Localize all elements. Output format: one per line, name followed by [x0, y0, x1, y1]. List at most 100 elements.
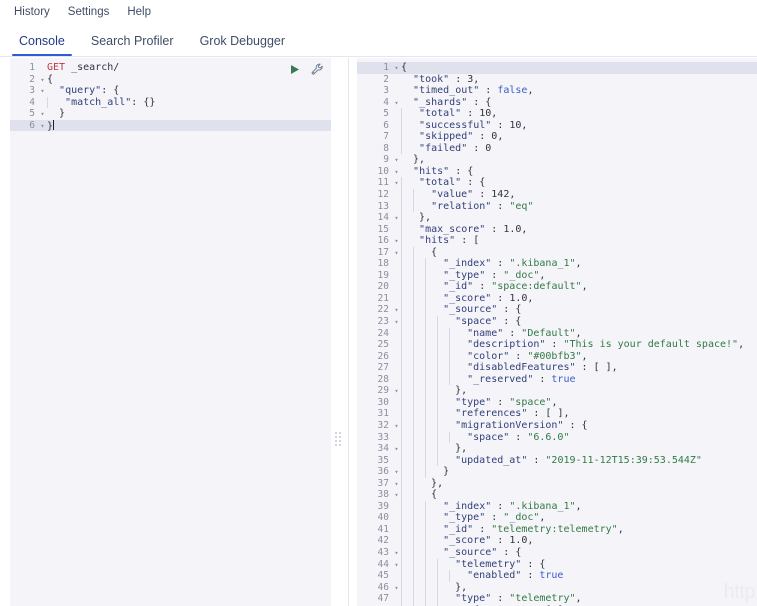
response-editor[interactable]: 1 ▾{2 "took" : 3, 3 "timed_out" : false, 4 ▾… — [357, 58, 757, 606]
indent-guide — [449, 339, 461, 351]
wrench-icon[interactable] — [310, 62, 325, 77]
code-line[interactable]: 5 ▾ } — [10, 108, 331, 120]
fold-toggle-icon[interactable]: ▾ — [38, 120, 47, 133]
code-text: "hits" : { — [401, 166, 757, 178]
code-line[interactable]: 1 ▾{ — [357, 62, 757, 74]
line-number: 13 — [377, 200, 389, 212]
indent-guide — [425, 581, 437, 594]
code-line[interactable]: 2 ▾{ — [10, 74, 331, 86]
code-line[interactable]: 43 ▾ "_source" : { — [357, 546, 757, 559]
code-line[interactable]: 4 ▾ "_shards" : { — [357, 97, 757, 109]
code-line[interactable]: 1 GET _search/ — [10, 62, 331, 74]
code-line[interactable]: 18 "_index" : ".kibana_1", — [357, 258, 757, 270]
code-text: "total" : 10, — [401, 108, 757, 120]
line-number: 33 — [377, 431, 389, 443]
code-line[interactable]: 8 "failed" : 0 — [357, 142, 757, 155]
code-line[interactable]: 46 ▾ }, — [357, 581, 757, 594]
code-line[interactable]: 41 "_id" : "telemetry:telemetry", — [357, 523, 757, 536]
code-line[interactable]: 45 "enabled" : true — [357, 570, 757, 582]
code-line[interactable]: 6 "successful" : 10, — [357, 119, 757, 132]
menu-item-history[interactable]: History — [5, 0, 59, 25]
code-text: "space" : { — [401, 316, 757, 328]
indent-guide — [425, 292, 437, 305]
code-line[interactable]: 9 ▾ }, — [357, 154, 757, 166]
token-num: 142, — [491, 189, 516, 201]
code-line[interactable]: 42 "_score" : 1.0, — [357, 535, 757, 547]
token-punc: : { — [563, 419, 588, 431]
token-key: "_score" — [443, 292, 492, 304]
code-line[interactable]: 35 "updated_at" : "2019-11-12T15:39:53.5… — [357, 454, 757, 467]
menu-item-settings[interactable]: Settings — [59, 0, 119, 25]
token-punc: , — [575, 593, 582, 605]
code-line[interactable]: 34 ▾ }, — [357, 443, 757, 455]
code-line[interactable]: 22 ▾ "_source" : { — [357, 304, 757, 317]
code-line[interactable]: 3 "timed_out" : false, — [357, 85, 757, 97]
token-num: 10, — [479, 108, 498, 120]
code-line[interactable]: 4 "match_all": {} — [10, 96, 331, 109]
code-line[interactable]: 20 "_id" : "space:default", — [357, 281, 757, 293]
indent-guide — [401, 177, 413, 190]
code-line[interactable]: 40 "_type" : "_doc", — [357, 512, 757, 524]
request-pane[interactable]: 1 GET _search/2 ▾{3 ▾ "query": {4 "match_al… — [10, 58, 331, 606]
line-number: 46 — [377, 581, 389, 593]
code-line[interactable]: 44 ▾ "telemetry" : { — [357, 558, 757, 571]
code-text: "successful" : 10, — [401, 119, 757, 132]
code-line[interactable]: 29 ▾ }, — [357, 385, 757, 397]
pane-resize-handle[interactable] — [334, 430, 341, 448]
indent-guide — [437, 327, 449, 340]
indent-guide — [413, 523, 425, 536]
code-line[interactable]: 15 "max_score" : 1.0, — [357, 223, 757, 236]
code-line[interactable]: 32 ▾ "migrationVersion" : { — [357, 419, 757, 432]
code-line[interactable]: 31 "references" : [ ], — [357, 408, 757, 420]
indent-guide — [437, 350, 449, 363]
code-line[interactable]: 25 "description" : "This is your default… — [357, 339, 757, 351]
token-key: "color" — [467, 350, 510, 362]
code-line[interactable]: 36 ▾ } — [357, 466, 757, 478]
code-line[interactable]: 3 ▾ "query": { — [10, 85, 331, 97]
indent-guide — [413, 269, 425, 282]
code-line[interactable]: 16 ▾ "hits" : [ — [357, 235, 757, 247]
line-number: 42 — [377, 535, 389, 547]
token-key: "failed" — [419, 142, 468, 154]
play-icon[interactable] — [287, 62, 302, 77]
code-line[interactable]: 13 "relation" : "eq" — [357, 200, 757, 213]
code-line[interactable]: 38 ▾ { — [357, 489, 757, 501]
code-text: }, — [401, 154, 757, 166]
code-line[interactable]: 5 "total" : 10, — [357, 108, 757, 120]
code-line[interactable]: 28 "_reserved" : true — [357, 373, 757, 386]
token-punc: : — [491, 593, 510, 605]
code-line[interactable]: 10 ▾ "hits" : { — [357, 166, 757, 178]
code-text: "_source" : { — [401, 546, 757, 559]
code-text: "name" : "Default", — [401, 327, 757, 340]
code-line[interactable]: 11 ▾ "total" : { — [357, 177, 757, 190]
code-line[interactable]: 21 "_score" : 1.0, — [357, 292, 757, 305]
tab-console[interactable]: Console — [6, 34, 78, 56]
code-line[interactable]: 37 ▾ }, — [357, 477, 757, 490]
code-line[interactable]: 23 ▾ "space" : { — [357, 316, 757, 328]
code-line[interactable]: 27 "disabledFeatures" : [ ], — [357, 362, 757, 374]
tab-grok-debugger[interactable]: Grok Debugger — [187, 34, 298, 56]
indent-guide — [401, 246, 413, 259]
code-line[interactable]: 12 "value" : 142, — [357, 189, 757, 201]
code-line[interactable]: 6 ▾} — [10, 119, 331, 133]
line-number: 9 — [383, 154, 389, 166]
code-line[interactable]: 7 "skipped" : 0, — [357, 131, 757, 143]
code-line[interactable]: 19 "_type" : "_doc", — [357, 269, 757, 282]
code-line[interactable]: 30 "type" : "space", — [357, 396, 757, 409]
menu-item-help[interactable]: Help — [118, 0, 160, 25]
response-pane[interactable]: 1 ▾{2 "took" : 3, 3 "timed_out" : false, 4 ▾… — [357, 58, 757, 606]
token-punc: { — [47, 73, 54, 85]
indent-guide — [425, 327, 437, 340]
code-line[interactable]: 17 ▾ { — [357, 246, 757, 259]
code-line[interactable]: 24 "name" : "Default", — [357, 327, 757, 340]
tab-search-profiler[interactable]: Search Profiler — [78, 34, 187, 56]
code-line[interactable]: 26 "color" : "#00bfb3", — [357, 350, 757, 363]
code-line[interactable]: 47 "type" : "telemetry", — [357, 593, 757, 605]
code-line[interactable]: 33 "space" : "6.6.0" — [357, 431, 757, 444]
code-line[interactable]: 14 ▾ }, — [357, 212, 757, 224]
request-editor[interactable]: 1 GET _search/2 ▾{3 ▾ "query": {4 "match_al… — [10, 58, 331, 606]
code-line[interactable]: 2 "took" : 3, — [357, 74, 757, 86]
indent-guide — [401, 316, 413, 328]
code-line[interactable]: 39 "_index" : ".kibana_1", — [357, 500, 757, 513]
indent-guide — [413, 281, 425, 293]
